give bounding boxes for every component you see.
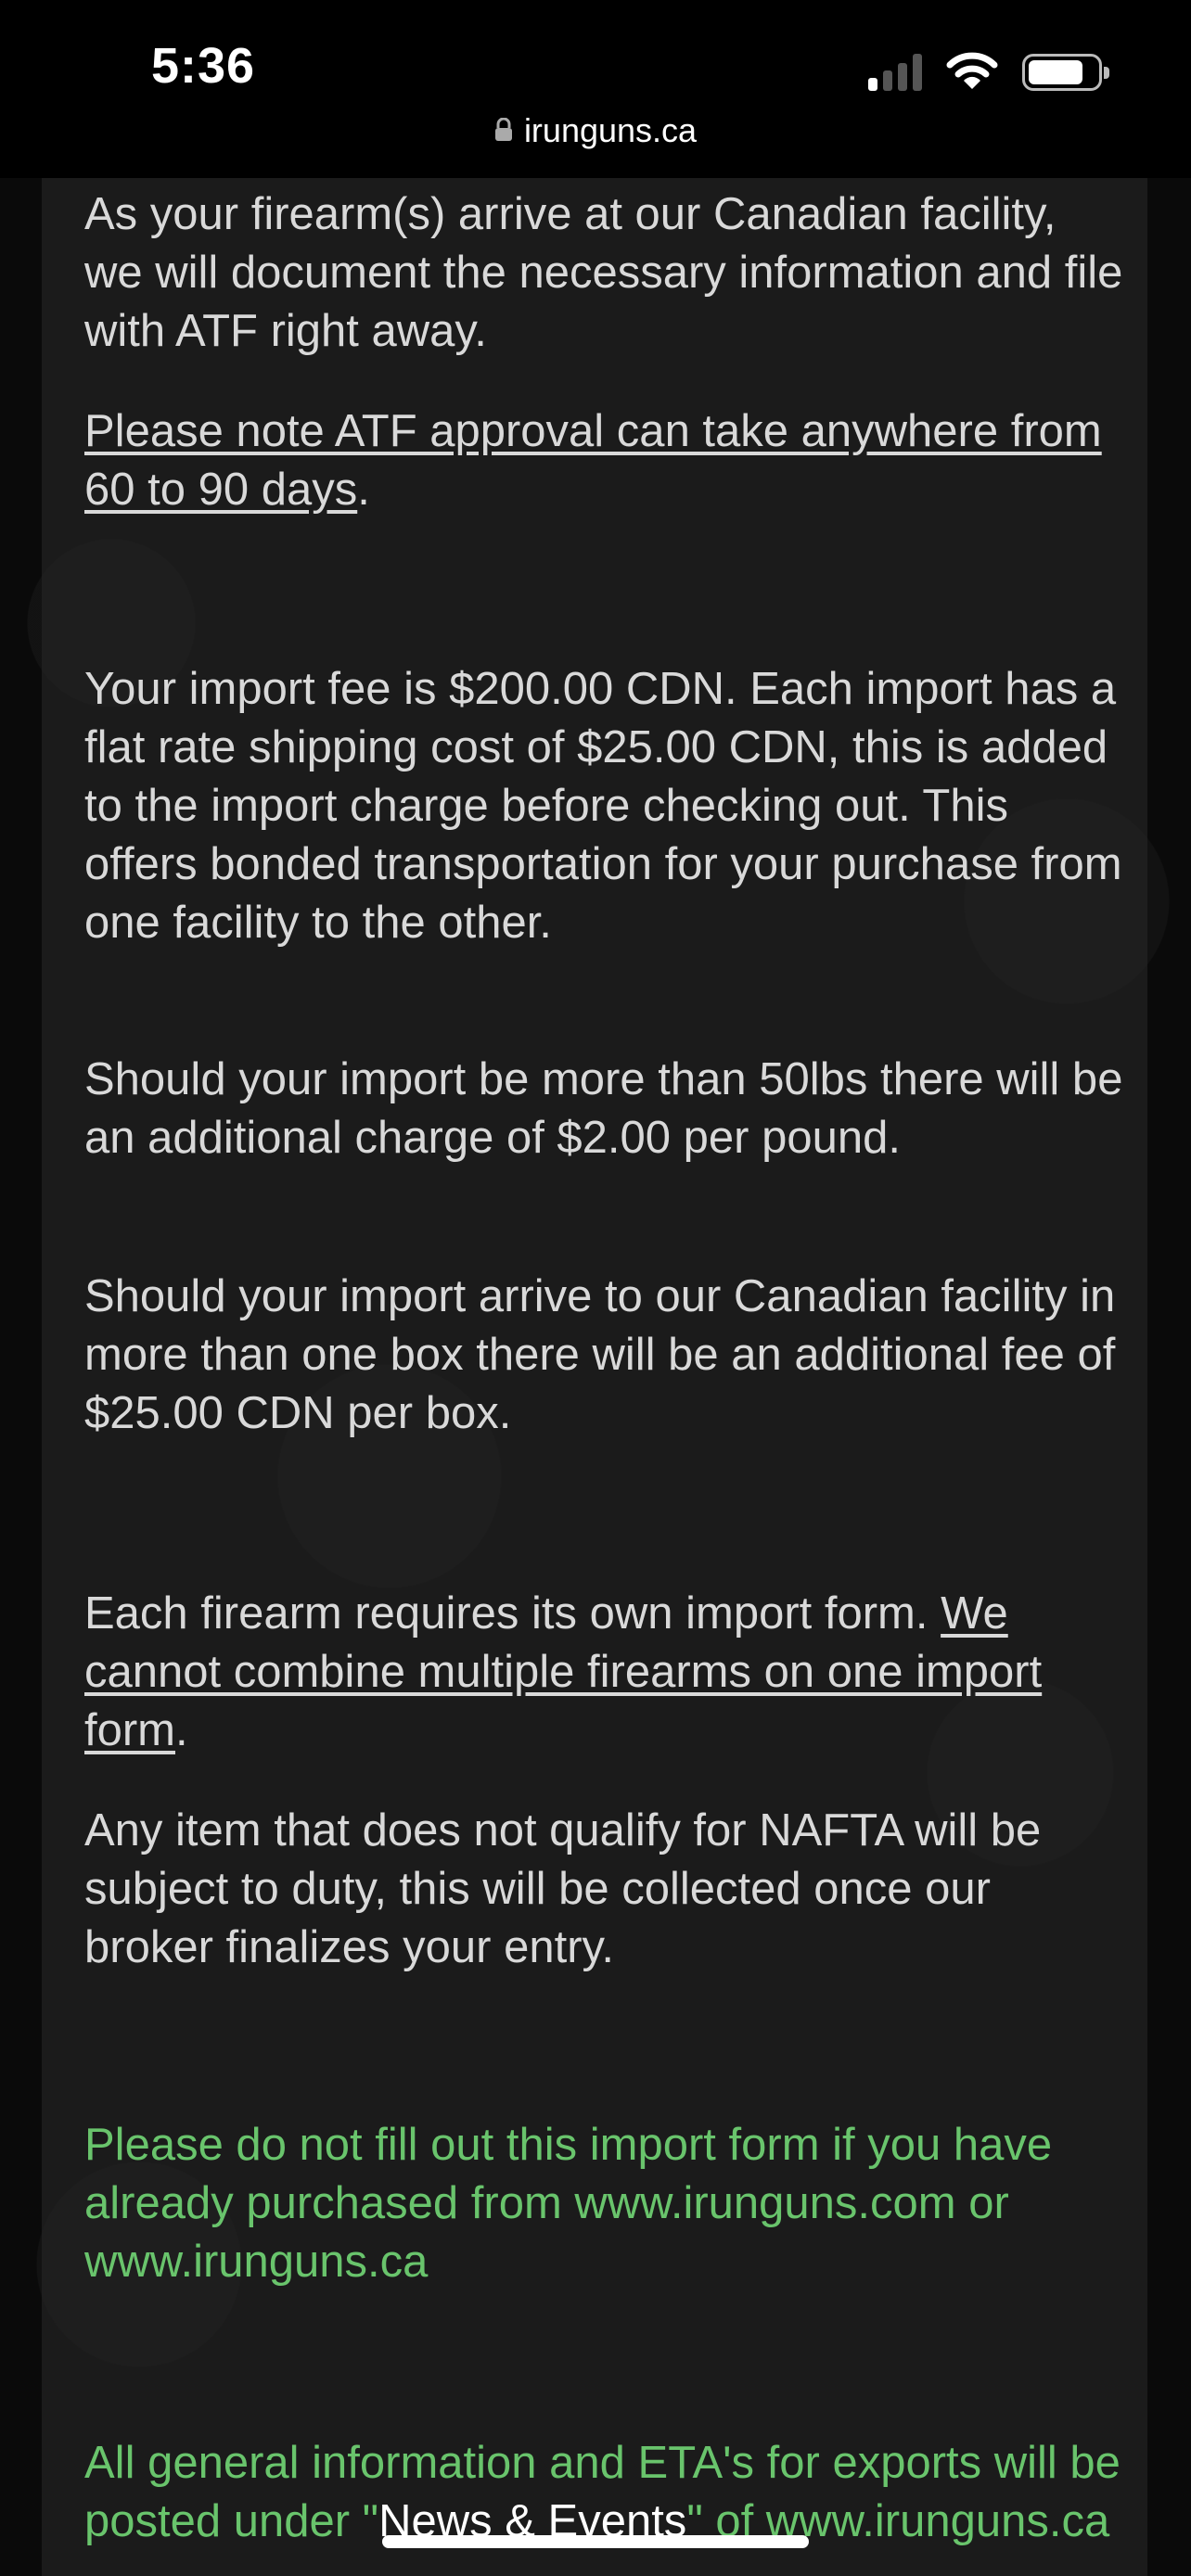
status-time: 5:36 — [151, 38, 256, 94]
paragraph-box-fee: Should your import arrive to our Canadia… — [84, 1271, 1116, 1438]
paragraph-import-fee: Your import fee is $200.00 CDN. Each imp… — [84, 664, 1122, 948]
paragraph-import-form: Each firearm requires its own import for… — [84, 1585, 1123, 1760]
status-bar: 5:36 irunguns.ca — [0, 0, 1191, 178]
paragraph-arrival: As your firearm(s) arrive at our Canadia… — [84, 189, 1123, 356]
lock-icon — [494, 118, 512, 142]
page-content[interactable]: As your firearm(s) arrive at our Canadia… — [0, 178, 1191, 2576]
notice-export-info: All general information and ETA's for ex… — [84, 2434, 1123, 2551]
import-form-tail: . — [175, 1705, 188, 1755]
notice-already-purchased: Please do not fill out this import form … — [84, 2120, 1053, 2287]
wifi-icon — [946, 52, 998, 89]
url-domain: irunguns.ca — [523, 111, 698, 149]
atf-approval-note: Please note ATF approval can take anywhe… — [84, 406, 1102, 515]
paragraph-atf-approval: Please note ATF approval can take anywhe… — [84, 402, 1123, 519]
signal-icon — [868, 54, 922, 91]
battery-icon — [1022, 54, 1109, 91]
paragraph-weight-charge: Should your import be more than 50lbs th… — [84, 1054, 1123, 1163]
atf-approval-tail: . — [357, 465, 370, 515]
home-indicator[interactable] — [382, 2535, 809, 2548]
paragraph-nafta-duty: Any item that does not qualify for NAFTA… — [84, 1805, 1042, 1972]
url-bar[interactable]: irunguns.ca — [0, 111, 1191, 150]
status-icons — [868, 48, 1109, 91]
import-form-text: Each firearm requires its own import for… — [84, 1588, 941, 1639]
